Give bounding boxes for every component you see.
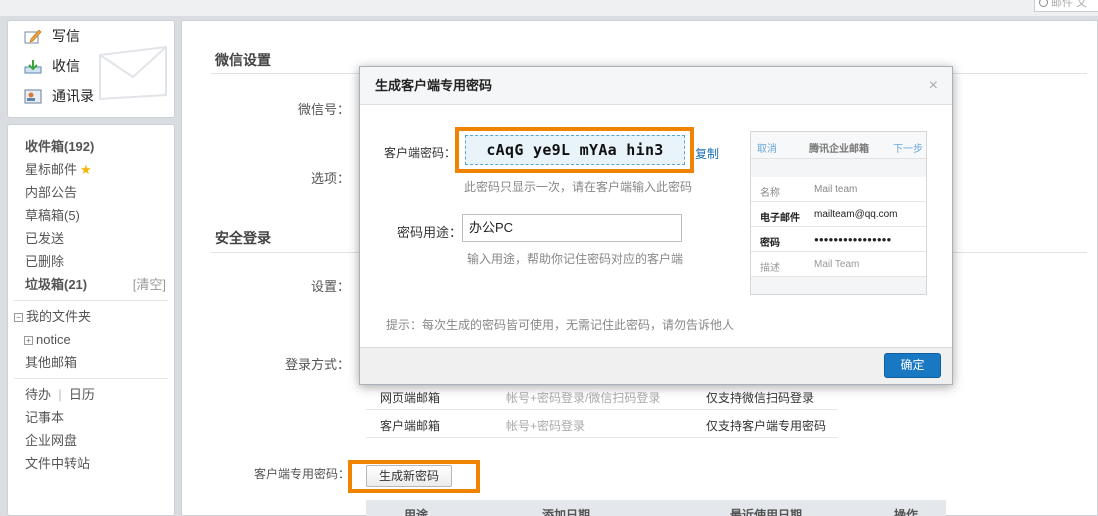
folder-deleted[interactable]: 已删除	[8, 250, 174, 273]
confirm-button[interactable]: 确定	[884, 353, 941, 378]
divider	[14, 378, 168, 379]
password-hint: 此密码只显示一次，请在客户端输入此密码	[464, 180, 693, 194]
divider	[14, 300, 168, 301]
netdisk-link[interactable]: 企业网盘	[8, 429, 174, 452]
table-row: 客户端邮箱 帐号+密码登录 仅支持客户端专用密码	[366, 410, 838, 438]
folder-list: 收件箱(192) 星标邮件 ★ 内部公告 草稿箱(5) 已发送 已删除 垃圾箱(2…	[7, 124, 175, 516]
search-icon	[1039, 0, 1048, 7]
search-input[interactable]: 邮件 文	[1034, 0, 1098, 12]
todo-link[interactable]: 待办	[25, 387, 51, 402]
contacts-icon	[24, 89, 42, 103]
client-preview: 取消 腾讯企业邮箱 下一步 名称 Mail team 电子邮件 mailteam@q…	[750, 131, 927, 295]
folder-notice[interactable]: + notice	[8, 328, 174, 351]
folder-inbox[interactable]: 收件箱(192)	[8, 135, 174, 158]
preview-row: 电子邮件 mailteam@qq.com	[751, 202, 926, 227]
wechat-settings-title: 微信设置	[215, 52, 271, 68]
star-icon: ★	[80, 162, 92, 177]
highlight-frame	[348, 460, 480, 493]
close-icon[interactable]: ×	[929, 67, 938, 105]
secure-login-title: 安全登录	[215, 230, 271, 246]
login-method-label: 登录方式：	[284, 357, 350, 372]
wechat-id-label: 微信号：	[297, 102, 350, 117]
preview-row: 描述 Mail Team	[751, 252, 926, 277]
collapse-icon: −	[14, 313, 23, 322]
file-transfer-link[interactable]: 文件中转站	[8, 452, 174, 475]
top-bar	[0, 0, 1098, 16]
preview-nav: 取消 腾讯企业邮箱 下一步	[751, 132, 926, 159]
notebook-link[interactable]: 记事本	[8, 406, 174, 429]
dialog-title: 生成客户端专用密码	[375, 78, 493, 93]
inbox-download-icon	[24, 59, 42, 73]
options-label: 选项：	[310, 171, 350, 186]
other-mailboxes[interactable]: 其他邮箱	[8, 351, 174, 374]
usage-label: 密码用途：	[397, 225, 463, 240]
usage-hint: 输入用途，帮助你记住密码对应的客户端	[467, 252, 684, 266]
expand-icon: +	[24, 336, 33, 345]
clear-spam-link[interactable]: [清空]	[133, 273, 166, 296]
client-password-label: 客户端密码：	[384, 146, 457, 160]
dialog-header: 生成客户端专用密码 ×	[360, 67, 952, 105]
folder-sent[interactable]: 已发送	[8, 227, 174, 250]
sidebar-actions: 写信 收信 通讯录	[7, 20, 175, 118]
folder-spam[interactable]: 垃圾箱(21) [清空]	[8, 273, 174, 296]
folder-drafts[interactable]: 草稿箱(5)	[8, 204, 174, 227]
preview-row: 名称 Mail team	[751, 177, 926, 202]
tip-text: 提示：每次生成的密码皆可使用，无需记住此密码，请勿告诉他人	[386, 318, 735, 332]
highlight-frame	[455, 127, 694, 173]
compose-icon	[24, 29, 42, 43]
client-password-label: 客户端专用密码：	[253, 467, 350, 481]
settings-label: 设置：	[310, 279, 350, 294]
my-folders[interactable]: − 我的文件夹	[8, 305, 174, 328]
folder-starred[interactable]: 星标邮件 ★	[8, 158, 174, 181]
folder-internal[interactable]: 内部公告	[8, 181, 174, 204]
usage-input[interactable]: 办公PC	[462, 214, 682, 242]
table-row: 网页端邮箱 帐号+密码登录/微信扫码登录 仅支持微信扫码登录	[366, 382, 838, 410]
dialog-footer: 确定	[360, 347, 952, 384]
todo-calendar: 待办 | 日历	[25, 387, 95, 402]
preview-row: 密码 ●●●●●●●●●●●●●●●●	[751, 227, 926, 252]
calendar-link[interactable]: 日历	[69, 387, 95, 402]
copy-link[interactable]: 复制	[695, 145, 719, 162]
password-table-header: 用途 添加日期 最近使用日期 操作	[366, 500, 946, 516]
envelope-watermark-icon	[99, 45, 167, 101]
